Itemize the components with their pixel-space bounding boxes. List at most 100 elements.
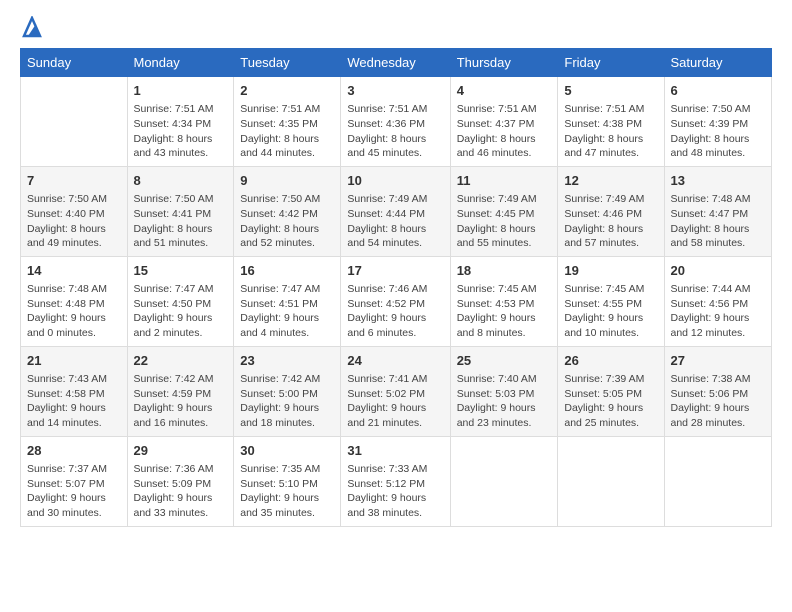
day-number: 24 bbox=[347, 352, 443, 370]
day-number: 15 bbox=[134, 262, 228, 280]
daylight: Daylight: 8 hours and 47 minutes. bbox=[564, 133, 643, 160]
daylight: Daylight: 9 hours and 23 minutes. bbox=[457, 402, 536, 429]
sunrise: Sunrise: 7:41 AM bbox=[347, 373, 427, 385]
daylight: Daylight: 9 hours and 4 minutes. bbox=[240, 312, 319, 339]
calendar-cell: 1 Sunrise: 7:51 AM Sunset: 4:34 PM Dayli… bbox=[127, 77, 234, 167]
day-number: 27 bbox=[671, 352, 766, 370]
calendar-week-4: 21 Sunrise: 7:43 AM Sunset: 4:58 PM Dayl… bbox=[21, 346, 772, 436]
daylight: Daylight: 9 hours and 2 minutes. bbox=[134, 312, 213, 339]
daylight: Daylight: 8 hours and 44 minutes. bbox=[240, 133, 319, 160]
calendar-cell: 3 Sunrise: 7:51 AM Sunset: 4:36 PM Dayli… bbox=[341, 77, 450, 167]
sunset: Sunset: 5:12 PM bbox=[347, 478, 425, 490]
sunrise: Sunrise: 7:50 AM bbox=[27, 193, 107, 205]
day-header-thursday: Thursday bbox=[450, 49, 558, 77]
calendar-cell: 26 Sunrise: 7:39 AM Sunset: 5:05 PM Dayl… bbox=[558, 346, 664, 436]
sunset: Sunset: 4:52 PM bbox=[347, 298, 425, 310]
sunset: Sunset: 4:48 PM bbox=[27, 298, 105, 310]
sunrise: Sunrise: 7:47 AM bbox=[134, 283, 214, 295]
sunrise: Sunrise: 7:44 AM bbox=[671, 283, 751, 295]
day-number: 4 bbox=[457, 82, 552, 100]
header bbox=[20, 16, 772, 38]
calendar-cell: 12 Sunrise: 7:49 AM Sunset: 4:46 PM Dayl… bbox=[558, 166, 664, 256]
daylight: Daylight: 9 hours and 8 minutes. bbox=[457, 312, 536, 339]
sunset: Sunset: 5:07 PM bbox=[27, 478, 105, 490]
sunset: Sunset: 4:38 PM bbox=[564, 118, 642, 130]
daylight: Daylight: 9 hours and 10 minutes. bbox=[564, 312, 643, 339]
sunrise: Sunrise: 7:51 AM bbox=[347, 103, 427, 115]
calendar-cell: 9 Sunrise: 7:50 AM Sunset: 4:42 PM Dayli… bbox=[234, 166, 341, 256]
sunrise: Sunrise: 7:37 AM bbox=[27, 463, 107, 475]
calendar-cell: 8 Sunrise: 7:50 AM Sunset: 4:41 PM Dayli… bbox=[127, 166, 234, 256]
calendar-cell: 2 Sunrise: 7:51 AM Sunset: 4:35 PM Dayli… bbox=[234, 77, 341, 167]
calendar-cell: 11 Sunrise: 7:49 AM Sunset: 4:45 PM Dayl… bbox=[450, 166, 558, 256]
day-number: 1 bbox=[134, 82, 228, 100]
calendar-week-3: 14 Sunrise: 7:48 AM Sunset: 4:48 PM Dayl… bbox=[21, 256, 772, 346]
calendar-cell: 14 Sunrise: 7:48 AM Sunset: 4:48 PM Dayl… bbox=[21, 256, 128, 346]
daylight: Daylight: 8 hours and 57 minutes. bbox=[564, 223, 643, 250]
daylight: Daylight: 8 hours and 43 minutes. bbox=[134, 133, 213, 160]
sunrise: Sunrise: 7:43 AM bbox=[27, 373, 107, 385]
sunrise: Sunrise: 7:50 AM bbox=[671, 103, 751, 115]
sunrise: Sunrise: 7:45 AM bbox=[457, 283, 537, 295]
calendar-cell bbox=[664, 436, 772, 526]
daylight: Daylight: 9 hours and 38 minutes. bbox=[347, 492, 426, 519]
sunset: Sunset: 4:45 PM bbox=[457, 208, 535, 220]
calendar-cell bbox=[21, 77, 128, 167]
calendar-cell: 5 Sunrise: 7:51 AM Sunset: 4:38 PM Dayli… bbox=[558, 77, 664, 167]
sunrise: Sunrise: 7:33 AM bbox=[347, 463, 427, 475]
calendar-cell: 19 Sunrise: 7:45 AM Sunset: 4:55 PM Dayl… bbox=[558, 256, 664, 346]
calendar: SundayMondayTuesdayWednesdayThursdayFrid… bbox=[20, 48, 772, 527]
daylight: Daylight: 8 hours and 48 minutes. bbox=[671, 133, 750, 160]
day-number: 18 bbox=[457, 262, 552, 280]
day-number: 10 bbox=[347, 172, 443, 190]
day-number: 29 bbox=[134, 442, 228, 460]
sunrise: Sunrise: 7:49 AM bbox=[564, 193, 644, 205]
day-number: 13 bbox=[671, 172, 766, 190]
sunrise: Sunrise: 7:35 AM bbox=[240, 463, 320, 475]
day-number: 12 bbox=[564, 172, 657, 190]
sunrise: Sunrise: 7:51 AM bbox=[240, 103, 320, 115]
sunset: Sunset: 4:40 PM bbox=[27, 208, 105, 220]
calendar-cell: 27 Sunrise: 7:38 AM Sunset: 5:06 PM Dayl… bbox=[664, 346, 772, 436]
logo bbox=[20, 16, 42, 38]
daylight: Daylight: 8 hours and 49 minutes. bbox=[27, 223, 106, 250]
logo-icon bbox=[22, 16, 42, 38]
calendar-cell: 25 Sunrise: 7:40 AM Sunset: 5:03 PM Dayl… bbox=[450, 346, 558, 436]
calendar-cell: 17 Sunrise: 7:46 AM Sunset: 4:52 PM Dayl… bbox=[341, 256, 450, 346]
sunset: Sunset: 5:06 PM bbox=[671, 388, 749, 400]
daylight: Daylight: 8 hours and 55 minutes. bbox=[457, 223, 536, 250]
sunrise: Sunrise: 7:45 AM bbox=[564, 283, 644, 295]
day-number: 28 bbox=[27, 442, 121, 460]
sunset: Sunset: 4:46 PM bbox=[564, 208, 642, 220]
daylight: Daylight: 9 hours and 25 minutes. bbox=[564, 402, 643, 429]
calendar-cell: 22 Sunrise: 7:42 AM Sunset: 4:59 PM Dayl… bbox=[127, 346, 234, 436]
day-number: 21 bbox=[27, 352, 121, 370]
calendar-cell: 6 Sunrise: 7:50 AM Sunset: 4:39 PM Dayli… bbox=[664, 77, 772, 167]
sunrise: Sunrise: 7:47 AM bbox=[240, 283, 320, 295]
sunrise: Sunrise: 7:42 AM bbox=[134, 373, 214, 385]
page: SundayMondayTuesdayWednesdayThursdayFrid… bbox=[0, 0, 792, 612]
day-number: 31 bbox=[347, 442, 443, 460]
daylight: Daylight: 9 hours and 14 minutes. bbox=[27, 402, 106, 429]
sunset: Sunset: 4:39 PM bbox=[671, 118, 749, 130]
sunrise: Sunrise: 7:51 AM bbox=[564, 103, 644, 115]
calendar-cell bbox=[450, 436, 558, 526]
sunset: Sunset: 4:50 PM bbox=[134, 298, 212, 310]
sunrise: Sunrise: 7:36 AM bbox=[134, 463, 214, 475]
sunset: Sunset: 5:03 PM bbox=[457, 388, 535, 400]
sunset: Sunset: 4:47 PM bbox=[671, 208, 749, 220]
sunset: Sunset: 4:44 PM bbox=[347, 208, 425, 220]
day-number: 20 bbox=[671, 262, 766, 280]
sunset: Sunset: 4:35 PM bbox=[240, 118, 318, 130]
daylight: Daylight: 9 hours and 0 minutes. bbox=[27, 312, 106, 339]
sunset: Sunset: 5:00 PM bbox=[240, 388, 318, 400]
sunrise: Sunrise: 7:48 AM bbox=[27, 283, 107, 295]
daylight: Daylight: 9 hours and 33 minutes. bbox=[134, 492, 213, 519]
calendar-cell bbox=[558, 436, 664, 526]
day-number: 3 bbox=[347, 82, 443, 100]
day-number: 16 bbox=[240, 262, 334, 280]
day-header-tuesday: Tuesday bbox=[234, 49, 341, 77]
calendar-cell: 16 Sunrise: 7:47 AM Sunset: 4:51 PM Dayl… bbox=[234, 256, 341, 346]
day-number: 30 bbox=[240, 442, 334, 460]
sunset: Sunset: 4:59 PM bbox=[134, 388, 212, 400]
